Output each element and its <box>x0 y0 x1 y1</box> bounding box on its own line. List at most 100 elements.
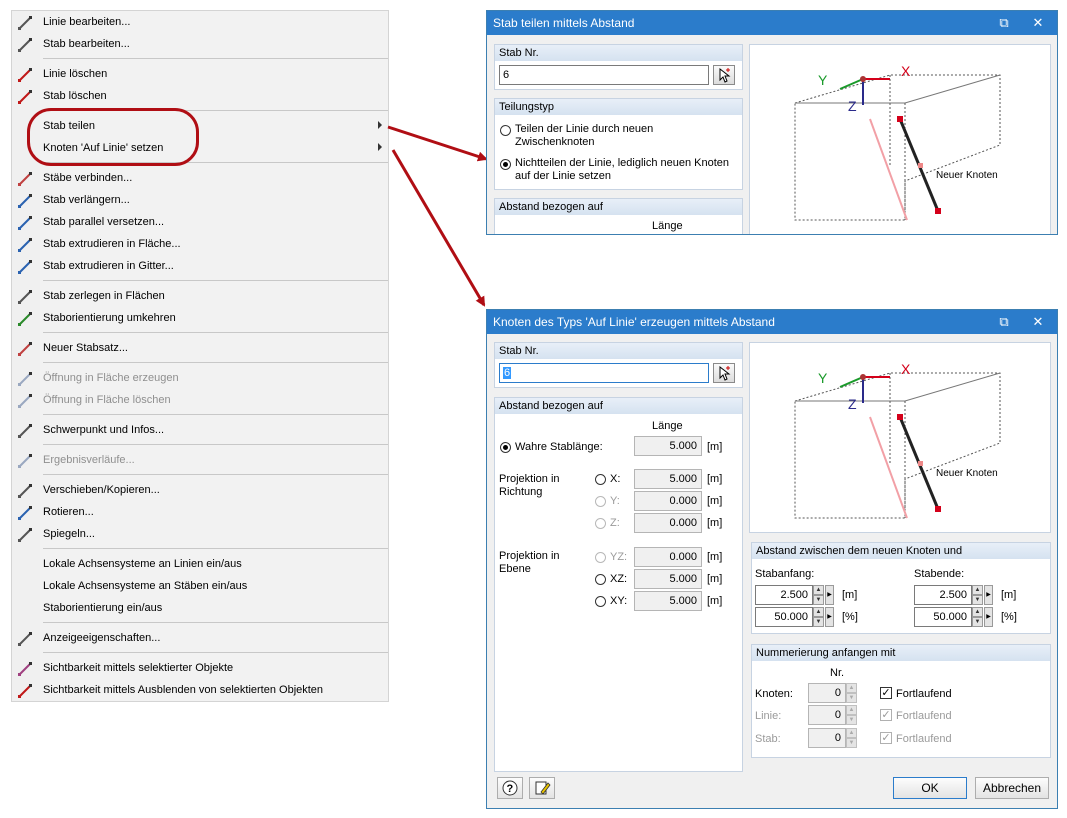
restore-icon[interactable]: ⧉ <box>989 310 1019 334</box>
xy-field: 5.000 <box>634 591 702 611</box>
member-label: Stab: <box>755 733 781 745</box>
radio-xz[interactable] <box>595 574 606 585</box>
dialog-2-title-bar: Knoten des Typs 'Auf Linie' erzeugen mit… <box>487 310 1057 334</box>
end-m-arrow[interactable]: ▶ <box>984 585 993 605</box>
node-continuous-checkbox[interactable]: ✓ <box>880 687 892 699</box>
member-continuous-checkbox[interactable]: ✓ <box>880 732 892 744</box>
proj-direction-label-1: Projektion in <box>499 473 560 485</box>
help-icon: ? <box>502 780 518 796</box>
start-pct-spinner[interactable]: ▲ ▼ <box>813 607 824 627</box>
radio-xy[interactable] <box>595 596 606 607</box>
unit-m: [m] <box>707 441 723 453</box>
unit-pct: [%] <box>842 611 858 623</box>
dialog-1-title: Stab teilen mittels Abstand <box>493 16 635 30</box>
radio-y[interactable] <box>595 496 606 507</box>
close-icon[interactable]: ✕ <box>1023 310 1053 334</box>
member-number-input[interactable]: 6 <box>499 65 709 85</box>
distance-between-header: Abstand zwischen dem neuen Knoten und <box>752 543 1050 559</box>
distance-between-group: Abstand zwischen dem neuen Knoten und St… <box>751 542 1051 634</box>
length-header: Länge <box>652 420 683 432</box>
member-continuous-label: Fortlaufend <box>896 733 952 745</box>
member-number-group: Stab Nr. 6 <box>494 342 743 388</box>
arrow-to-dialog-2 <box>391 149 486 307</box>
opt2-label-2: auf der Linie setzen <box>515 170 612 182</box>
start-m-arrow[interactable]: ▶ <box>825 585 834 605</box>
member-number-value: 6 <box>503 367 512 379</box>
edit-button[interactable] <box>529 777 555 799</box>
yz-field: 0.000 <box>634 547 702 567</box>
dialog-node-on-line: Knoten des Typs 'Auf Linie' erzeugen mit… <box>486 309 1058 809</box>
ok-button[interactable]: OK <box>893 777 967 799</box>
unit-m: [m] <box>707 595 723 607</box>
member-diagram-2: X Y Z Neuer Knoten <box>794 361 1001 519</box>
axis-y-label: Y <box>818 72 828 88</box>
end-m-spinner[interactable]: ▲ ▼ <box>972 585 983 605</box>
restore-icon[interactable]: ⧉ <box>989 11 1019 35</box>
opt1-label-1: Teilen der Linie durch neuen <box>515 123 654 135</box>
start-m-input[interactable]: 2.500 <box>755 585 813 605</box>
unit-m: [m] <box>707 495 723 507</box>
line-nr-spinner[interactable]: ▲ ▼ <box>846 705 857 725</box>
end-pct-arrow[interactable]: ▶ <box>984 607 993 627</box>
z-label: Z: <box>610 517 620 529</box>
unit-m: [m] <box>1001 589 1017 601</box>
unit-m: [m] <box>707 573 723 585</box>
radio-yz[interactable] <box>595 552 606 563</box>
start-pct-arrow[interactable]: ▶ <box>825 607 834 627</box>
opt1-label-2: Zwischenknoten <box>515 136 595 148</box>
start-label: Stabanfang: <box>755 568 815 580</box>
numbering-header: Nummerierung anfangen mit <box>752 645 1050 661</box>
start-m-spinner[interactable]: ▲ ▼ <box>813 585 824 605</box>
distance-reference-group: Abstand bezogen auf Länge <box>494 198 743 234</box>
end-m-input[interactable]: 2.500 <box>914 585 972 605</box>
node-nr-input[interactable]: 0 <box>808 683 846 703</box>
line-continuous-checkbox[interactable]: ✓ <box>880 709 892 721</box>
axis-z-label: Z <box>848 98 857 114</box>
cancel-button[interactable]: Abbrechen <box>975 777 1049 799</box>
end-pct-input[interactable]: 50.000 <box>914 607 972 627</box>
axis-y-label: Y <box>818 370 828 386</box>
unit-m: [m] <box>707 473 723 485</box>
pick-cursor-icon <box>719 365 731 381</box>
nr-header: Nr. <box>830 667 845 679</box>
yz-label: YZ: <box>610 551 628 563</box>
true-length-field: 5.000 <box>634 436 702 456</box>
member-nr-input[interactable]: 0 <box>808 728 846 748</box>
help-button[interactable]: ? <box>497 777 523 799</box>
proj-plane-label-2: Ebene <box>499 563 531 575</box>
member-nr-spinner[interactable]: ▲ ▼ <box>846 728 857 748</box>
length-header: Länge <box>652 220 683 232</box>
start-pct-input[interactable]: 50.000 <box>755 607 813 627</box>
radio-z[interactable] <box>595 518 606 529</box>
numbering-group: Nummerierung anfangen mit Nr. Knoten: 0 … <box>751 644 1051 758</box>
node-nr-spinner[interactable]: ▲ ▼ <box>846 683 857 703</box>
pick-member-button[interactable] <box>713 363 735 383</box>
member-figure-1: X Y Z Neuer Knoten <box>749 44 1051 234</box>
x-label: X: <box>610 473 621 485</box>
radio-true-length[interactable] <box>500 442 511 453</box>
distance-reference-header: Abstand bezogen auf <box>495 398 742 414</box>
opt2-label-1: Nichtteilen der Linie, lediglich neuen K… <box>515 157 730 169</box>
member-number-input[interactable]: 6 <box>499 363 709 383</box>
member-number-header: Stab Nr. <box>495 343 742 359</box>
unit-m: [m] <box>707 551 723 563</box>
pick-member-button[interactable] <box>713 65 735 85</box>
xz-label: XZ: <box>610 573 628 585</box>
member-diagram-1: X Y Z Neuer Knoten <box>794 63 1001 221</box>
division-type-group: Teilungstyp Teilen der Linie durch neuen… <box>494 98 743 190</box>
unit-pct: [%] <box>1001 611 1017 623</box>
arrow-to-dialog-1 <box>387 125 488 162</box>
dialog-2-title: Knoten des Typs 'Auf Linie' erzeugen mit… <box>493 315 775 329</box>
distance-reference-group: Abstand bezogen auf Länge Wahre Stabläng… <box>494 397 743 772</box>
line-nr-input[interactable]: 0 <box>808 705 846 725</box>
y-label: Y: <box>610 495 620 507</box>
end-pct-spinner[interactable]: ▲ ▼ <box>972 607 983 627</box>
xz-field: 5.000 <box>634 569 702 589</box>
axis-x-label: X <box>901 63 911 79</box>
edit-pencil-icon <box>535 781 551 795</box>
radio-x[interactable] <box>595 474 606 485</box>
close-icon[interactable]: ✕ <box>1023 11 1053 35</box>
member-number-header: Stab Nr. <box>495 45 742 61</box>
radio-divide-line[interactable] <box>500 125 511 136</box>
radio-no-divide[interactable] <box>500 159 511 170</box>
